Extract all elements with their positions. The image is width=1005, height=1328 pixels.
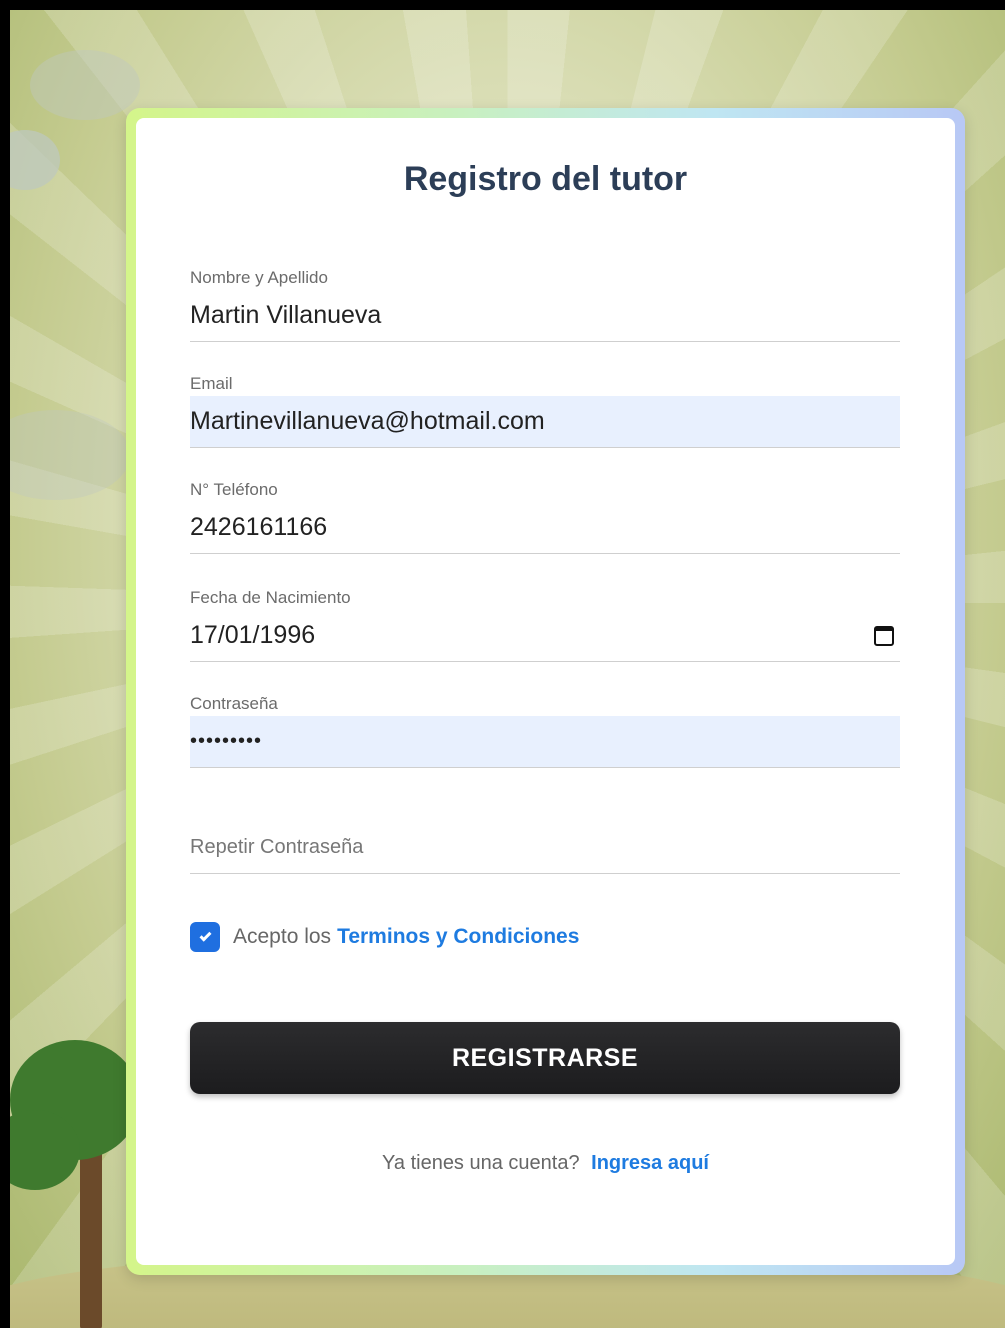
- password-label: Contraseña: [190, 694, 278, 713]
- tree-trunk: [80, 1130, 102, 1328]
- login-prompt: Ya tienes una cuenta? Ingresa aquí: [136, 1152, 955, 1175]
- page-title: Registro del tutor: [403, 160, 688, 198]
- phone-label: N° Teléfono: [190, 480, 278, 499]
- email-field: Email Martinevillanueva@hotmail.com: [190, 374, 900, 448]
- login-link[interactable]: Ingresa aquí: [591, 1152, 709, 1174]
- email-label: Email: [190, 374, 233, 393]
- terms-prefix: Acepto los: [233, 925, 332, 948]
- check-icon: [198, 929, 212, 942]
- name-field: Nombre y Apellido Martin Villanueva: [190, 268, 900, 342]
- password-field: Contraseña •••••••••: [190, 694, 900, 768]
- register-button[interactable]: REGISTRARSE: [190, 1022, 900, 1094]
- birthdate-field: Fecha de Nacimiento 17/01/1996: [190, 588, 900, 662]
- birthdate-label: Fecha de Nacimiento: [190, 588, 351, 607]
- repeat-password-field: Repetir Contraseña: [190, 800, 900, 874]
- registration-card: Registro del tutor Nombre y Apellido Mar…: [136, 118, 955, 1265]
- repeat-password-input[interactable]: Repetir Contraseña: [190, 822, 900, 874]
- login-prompt-text: Ya tienes una cuenta?: [382, 1152, 580, 1174]
- email-input[interactable]: Martinevillanueva@hotmail.com: [190, 396, 900, 448]
- terms-row: Acepto los Terminos y Condiciones: [190, 922, 579, 952]
- terms-link[interactable]: Terminos y Condiciones: [337, 925, 579, 949]
- phone-input[interactable]: 2426161166: [190, 502, 900, 554]
- name-input[interactable]: Martin Villanueva: [190, 290, 900, 342]
- terms-checkbox[interactable]: [190, 922, 220, 952]
- calendar-icon[interactable]: [874, 625, 894, 646]
- cloud: [30, 50, 140, 120]
- password-input[interactable]: •••••••••: [190, 716, 900, 768]
- repeat-password-label: [190, 800, 900, 822]
- phone-field: N° Teléfono 2426161166: [190, 480, 900, 554]
- name-label: Nombre y Apellido: [190, 268, 328, 287]
- birthdate-input[interactable]: 17/01/1996: [190, 610, 900, 662]
